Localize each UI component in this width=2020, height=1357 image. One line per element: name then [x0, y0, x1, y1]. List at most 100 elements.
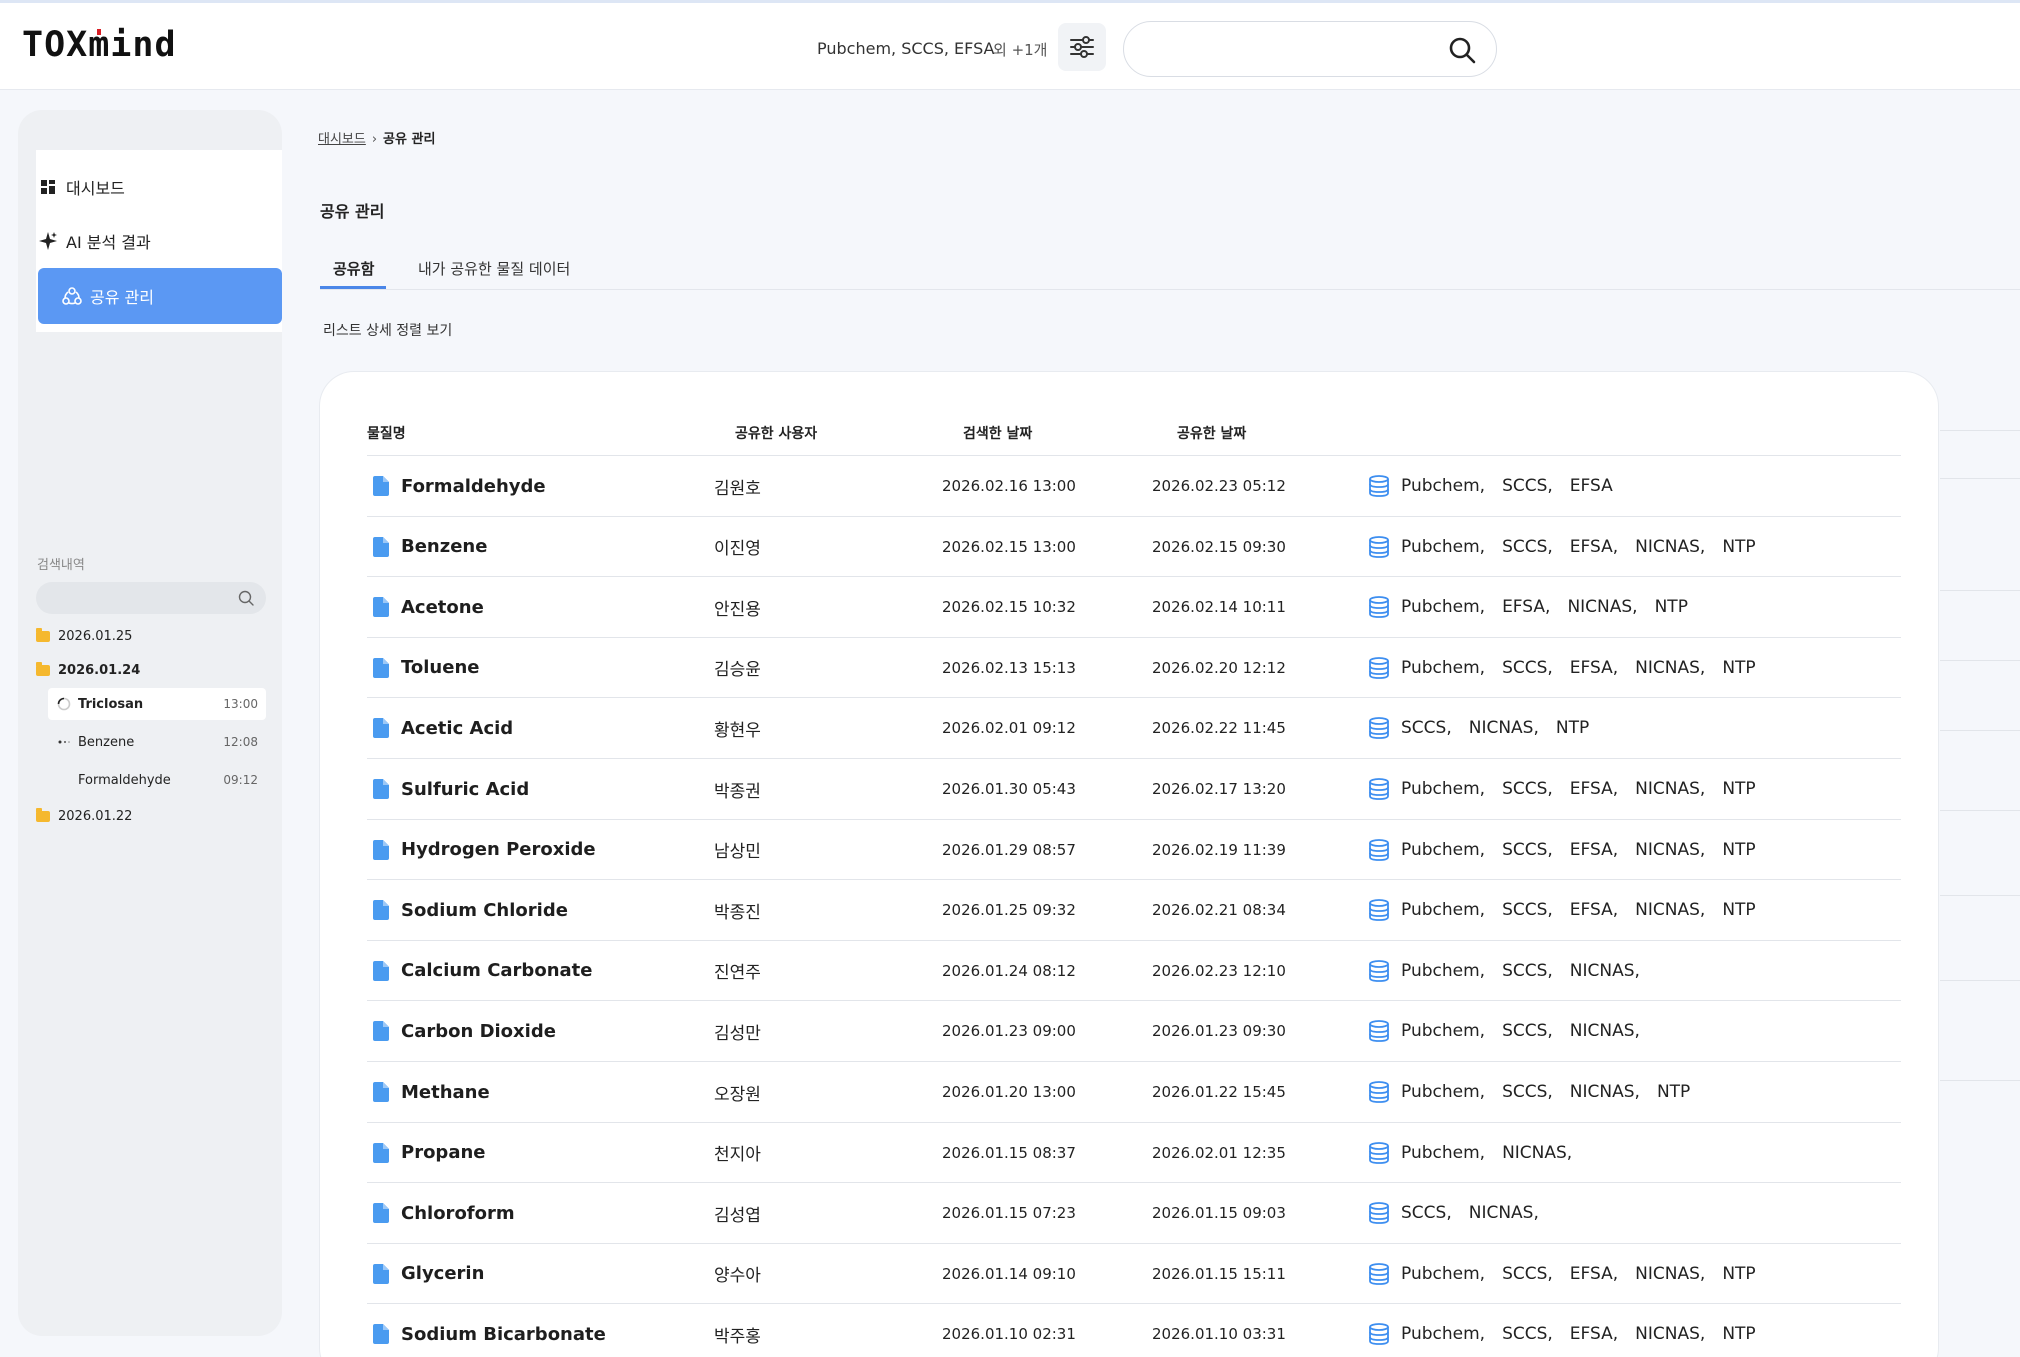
material-name: Formaldehyde	[401, 475, 546, 497]
material-name-cell[interactable]: Glycerin	[373, 1244, 484, 1304]
searched-date-cell: 2026.01.10 02:31	[942, 1325, 1076, 1344]
sidebar-item-share[interactable]: 공유 관리	[38, 268, 282, 324]
selected-sources-more[interactable]: 외 +1개	[993, 39, 1047, 60]
sources-cell: Pubchem, EFSA, NICNAS, NTP	[1367, 577, 1705, 637]
history-item-name: Benzene	[78, 734, 135, 750]
source-label: EFSA,	[1569, 1324, 1619, 1345]
column-header-name[interactable]: 물질명	[367, 423, 406, 443]
material-name-cell[interactable]: Calcium Carbonate	[373, 941, 592, 1001]
source-label: EFSA,	[1569, 657, 1619, 678]
shared-date-cell: 2026.02.21 08:34	[1152, 901, 1286, 920]
sidebar-item-ai-results[interactable]: AI 분석 결과	[38, 213, 282, 269]
table-row[interactable]: Sodium Chloride 박종진 2026.01.25 09:32 2026.0…	[367, 879, 1901, 940]
material-name-cell[interactable]: Sulfuric Acid	[373, 759, 529, 819]
source-label: SCCS,	[1401, 1203, 1452, 1224]
source-label: NICNAS,	[1635, 1263, 1706, 1284]
folder-icon	[36, 628, 50, 642]
source-label: Pubchem,	[1401, 657, 1486, 678]
history-item-formaldehyde[interactable]: Formaldehyde 09:12	[48, 764, 266, 796]
table-row[interactable]: Toluene 김승윤 2026.02.13 15:13 2026.02.20 12:…	[367, 636, 1901, 698]
table-row[interactable]: Carbon Dioxide 김성만 2026.01.23 09:00 2026.01…	[367, 1000, 1901, 1061]
tab-shared-inbox[interactable]: 공유함	[333, 258, 374, 279]
material-name-cell[interactable]: Benzene	[373, 517, 487, 577]
table-row[interactable]: Hydrogen Peroxide 남상민 2026.01.29 08:57 2026…	[367, 818, 1901, 880]
material-name-cell[interactable]: Chloroform	[373, 1183, 515, 1243]
source-label: NTP	[1722, 1324, 1756, 1345]
list-sort-toggle[interactable]: 리스트 상세 정렬 보기	[323, 320, 452, 340]
history-date-group[interactable]: 2026.01.22	[36, 808, 132, 824]
material-name-cell[interactable]: Sodium Bicarbonate	[373, 1304, 606, 1357]
column-header-user[interactable]: 공유한 사용자	[735, 423, 817, 443]
column-header-searched-date[interactable]: 검색한 날짜	[963, 423, 1032, 443]
material-name-cell[interactable]: Hydrogen Peroxide	[373, 820, 596, 880]
table-row[interactable]: Acetone 안진용 2026.02.15 10:32 2026.02.14 10:…	[367, 576, 1901, 637]
shared-date-cell: 2026.01.23 09:30	[1152, 1022, 1286, 1041]
source-label: NICNAS,	[1502, 1142, 1573, 1163]
history-date-group[interactable]: 2026.01.24	[36, 662, 141, 678]
shared-user-cell: 이진영	[714, 539, 761, 560]
material-name-cell[interactable]: Toluene	[373, 638, 479, 698]
history-item-benzene[interactable]: Benzene 12:08	[48, 726, 266, 758]
source-label: NICNAS,	[1635, 779, 1706, 799]
material-name: Sodium Chloride	[401, 899, 568, 921]
breadcrumb-home[interactable]: 대시보드	[318, 132, 366, 147]
table-row[interactable]: Chloroform 김성엽 2026.01.15 07:23 2026.01.15 …	[367, 1182, 1901, 1243]
file-icon	[373, 1142, 389, 1163]
source-label: EFSA,	[1569, 839, 1619, 860]
table-row[interactable]: Formaldehyde 김원호 2026.02.16 13:00 2026.02.2…	[367, 455, 1901, 516]
source-label: NICNAS,	[1569, 960, 1640, 981]
search-icon[interactable]	[1448, 36, 1476, 64]
sidebar: 대시보드 AI 분석 결과 공유 관리 검색내역 2026.01.25 2026…	[18, 110, 282, 1336]
source-label: Pubchem,	[1401, 597, 1486, 618]
sidebar-item-dashboard[interactable]: 대시보드	[38, 159, 282, 215]
material-name-cell[interactable]: Acetic Acid	[373, 698, 513, 758]
history-search-input[interactable]	[50, 588, 230, 608]
material-name-cell[interactable]: Propane	[373, 1123, 486, 1183]
search-input[interactable]	[1146, 32, 1436, 68]
database-icon	[1369, 899, 1389, 922]
bg-divider	[1940, 895, 2020, 896]
searched-date-cell: 2026.01.30 05:43	[942, 780, 1076, 798]
material-name: Acetic Acid	[401, 717, 514, 739]
history-date-group[interactable]: 2026.01.25	[36, 628, 132, 644]
file-icon	[373, 839, 389, 860]
history-item-triclosan[interactable]: Triclosan 13:00	[48, 688, 266, 720]
selected-sources[interactable]: Pubchem, SCCS, EFSA	[817, 39, 994, 58]
table-row[interactable]: Methane 오장원 2026.01.20 13:00 2026.01.22 15:…	[367, 1061, 1901, 1122]
database-icon	[1369, 1081, 1389, 1103]
table-row[interactable]: Benzene 이진영 2026.02.15 13:00 2026.02.15 09:…	[367, 515, 1901, 577]
material-name-cell[interactable]: Formaldehyde	[373, 456, 546, 516]
table-row[interactable]: Sulfuric Acid 박종권 2026.01.30 05:43 2026.02.…	[367, 758, 1901, 819]
database-icon	[1369, 778, 1389, 800]
material-name-cell[interactable]: Carbon Dioxide	[373, 1001, 556, 1061]
source-label: NTP	[1722, 1263, 1756, 1284]
table-row[interactable]: Glycerin 양수아 2026.01.14 09:10 2026.01.15 15…	[367, 1242, 1901, 1304]
sources-cell: Pubchem, SCCS, EFSA, NICNAS, NTP	[1367, 1244, 1773, 1304]
source-label: Pubchem,	[1401, 1021, 1486, 1042]
material-name-cell[interactable]: Sodium Chloride	[373, 880, 568, 940]
material-name-cell[interactable]: Acetone	[373, 577, 484, 637]
source-label: SCCS,	[1502, 839, 1553, 860]
history-date-label: 2026.01.24	[58, 663, 141, 678]
searched-date-cell: 2026.01.29 08:57	[942, 840, 1076, 859]
table-row[interactable]: Calcium Carbonate 진연주 2026.01.24 08:12 2026…	[367, 939, 1901, 1001]
source-label: NICNAS,	[1569, 1021, 1640, 1042]
table-row[interactable]: Acetic Acid 황현우 2026.02.01 09:12 2026.02.22…	[367, 697, 1901, 758]
material-name-cell[interactable]: Methane	[373, 1062, 490, 1122]
material-name: Toluene	[401, 657, 480, 679]
source-label: NTP	[1555, 718, 1590, 739]
column-header-shared-date[interactable]: 공유한 날짜	[1177, 423, 1246, 443]
active-tab-indicator	[320, 286, 386, 289]
app-logo[interactable]: TOXmind	[22, 25, 177, 65]
table-row[interactable]: Propane 천지아 2026.01.15 08:37 2026.02.01 12:…	[367, 1121, 1901, 1183]
filter-button[interactable]	[1058, 23, 1106, 71]
searched-date-cell: 2026.02.15 13:00	[942, 537, 1076, 556]
shared-date-cell: 2026.01.15 15:11	[1152, 1264, 1286, 1283]
material-name: Sulfuric Acid	[401, 778, 530, 800]
material-name: Chloroform	[401, 1202, 515, 1224]
search-icon[interactable]	[238, 590, 254, 606]
table-row[interactable]: Sodium Bicarbonate 박주홍 2026.01.10 02:31 202…	[367, 1303, 1901, 1357]
database-icon	[1369, 1262, 1389, 1285]
file-icon	[373, 1021, 389, 1042]
tab-my-shared-data[interactable]: 내가 공유한 물질 데이터	[418, 258, 570, 279]
